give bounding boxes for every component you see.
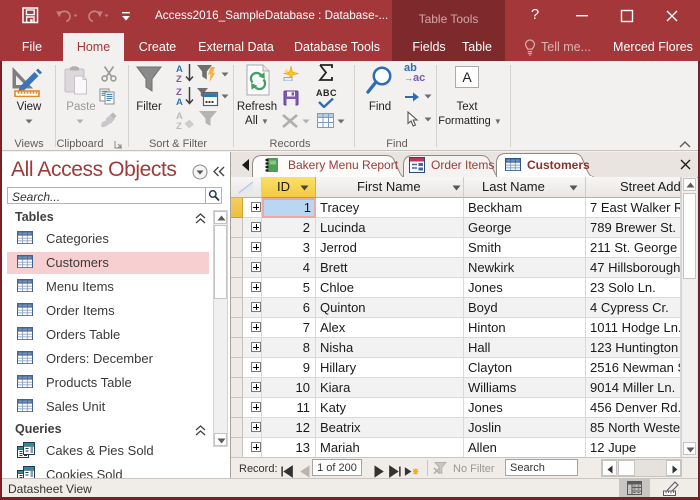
svg-text:Z: Z bbox=[176, 121, 182, 130]
svg-text:A: A bbox=[176, 97, 183, 106]
svg-text:Z: Z bbox=[176, 74, 182, 83]
